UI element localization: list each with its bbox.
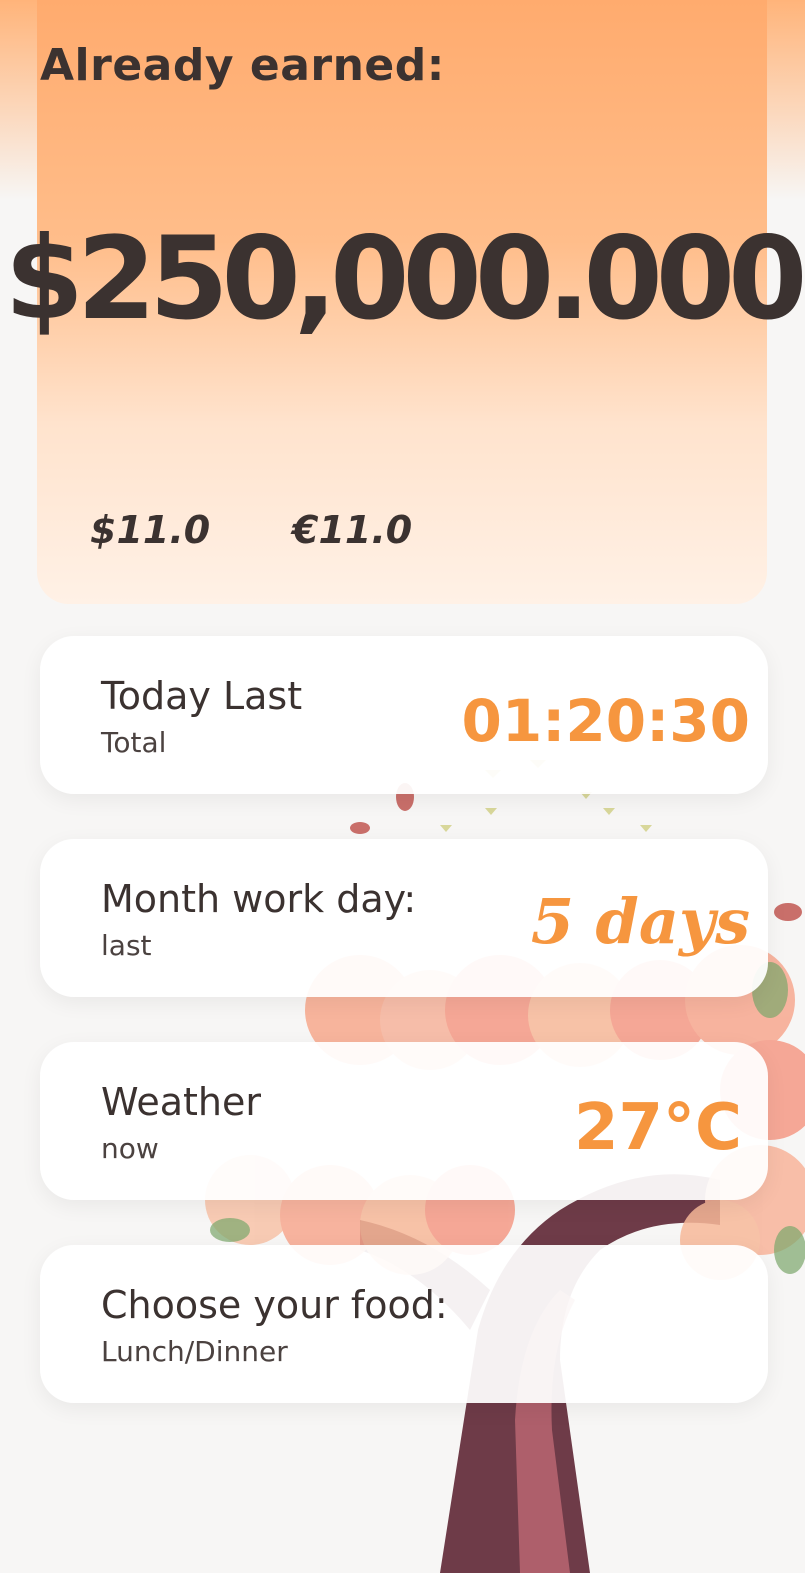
hourly-rate-eur: €11.0 — [292, 508, 413, 552]
choose-food-title: Choose your food: — [101, 1283, 448, 1327]
weather-value: 27°C — [573, 1091, 742, 1165]
month-workday-card[interactable]: Month work day: last 5 days — [40, 839, 768, 997]
today-time-title: Today Last — [101, 674, 303, 718]
weather-subtitle: now — [101, 1132, 159, 1165]
earnings-label: Already earned: — [40, 40, 445, 91]
month-workday-title: Month work day: — [101, 877, 417, 921]
choose-food-subtitle: Lunch/Dinner — [101, 1335, 288, 1368]
today-time-card[interactable]: Today Last Total 01:20:30 — [40, 636, 768, 794]
choose-food-card[interactable]: Choose your food: Lunch/Dinner — [40, 1245, 768, 1403]
weather-card[interactable]: Weather now 27°C — [40, 1042, 768, 1200]
hourly-rate-usd: $11.0 — [90, 508, 211, 552]
month-workday-subtitle: last — [101, 929, 152, 962]
earnings-amount: $250,000.000 — [4, 212, 805, 345]
weather-title: Weather — [101, 1080, 261, 1124]
month-workday-value: 5 days — [530, 885, 750, 958]
today-time-value: 01:20:30 — [461, 687, 750, 755]
today-time-subtitle: Total — [101, 726, 167, 759]
